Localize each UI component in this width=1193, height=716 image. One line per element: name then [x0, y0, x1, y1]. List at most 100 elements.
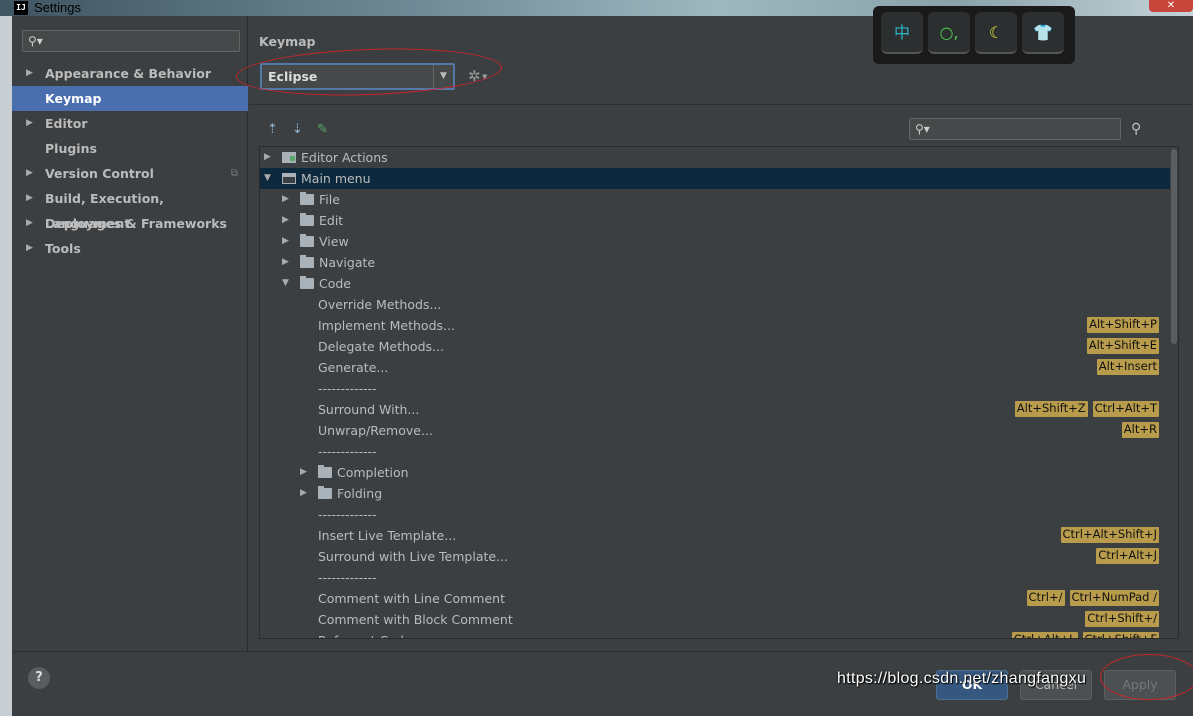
- sidebar-item-languages-frameworks[interactable]: ▶ Languages & Frameworks: [12, 211, 248, 236]
- keymap-search-input[interactable]: ⚲▾: [909, 118, 1121, 140]
- folder-icon: [318, 465, 332, 478]
- find-by-shortcut-icon[interactable]: ⚲: [1131, 121, 1141, 137]
- expand-arrow-icon[interactable]: ▶: [282, 252, 289, 273]
- shortcut-badge: Alt+Shift+E: [1086, 338, 1159, 354]
- tree-action-row[interactable]: -------------: [260, 567, 1170, 588]
- expand-arrow-icon[interactable]: ▶: [282, 231, 289, 252]
- ime-toolbar: 中 ○, ☾ 👕: [873, 6, 1075, 64]
- expand-arrow-icon[interactable]: ▶: [282, 210, 289, 231]
- tree-row-label: Generate...: [318, 360, 389, 375]
- tree-group-row[interactable]: ▶ View: [260, 231, 1170, 252]
- tree-row-label: Editor Actions: [301, 150, 388, 165]
- shortcut-badge: Ctrl+Alt+J: [1096, 548, 1159, 564]
- keymap-panel: Keymap Eclipse ▼ ✲ ▼ ⇡ ⇣ ✎ ⚲▾ ⚲ ▶ Editor …: [249, 16, 1193, 651]
- expand-arrow-icon[interactable]: ▶: [26, 161, 33, 186]
- watermark-text: https://blog.csdn.net/zhangfangxu: [837, 670, 1087, 687]
- tree-action-row[interactable]: -------------: [260, 504, 1170, 525]
- tree-action-row[interactable]: Surround with Live Template... Ctrl+Alt+J: [260, 546, 1170, 567]
- shortcut-badge: Alt+Shift+Z: [1014, 401, 1088, 417]
- expand-arrow-icon[interactable]: ▶: [264, 147, 271, 168]
- tree-group-row[interactable]: ▶ Editor Actions: [260, 147, 1170, 168]
- menu-icon: [282, 173, 296, 184]
- sidebar-item-build-execution-deployment[interactable]: ▶ Build, Execution, Deployment: [12, 186, 248, 231]
- vertical-scrollbar[interactable]: [1170, 147, 1178, 638]
- tree-row-label: Surround with Live Template...: [318, 549, 508, 564]
- scrollbar-thumb[interactable]: [1171, 149, 1177, 344]
- tree-group-row[interactable]: ▼ Code: [260, 273, 1170, 294]
- tree-action-row[interactable]: Unwrap/Remove... Alt+R: [260, 420, 1170, 441]
- annotation-circle-apply: [1100, 654, 1193, 700]
- shortcut-badge: Alt+Insert: [1096, 359, 1159, 375]
- settings-dialog: ⚲▾ ▶ Appearance & Behavior Keymap ▶ Editor Pl…: [12, 16, 1193, 716]
- tree-group-row[interactable]: ▶ Navigate: [260, 252, 1170, 273]
- tree-group-row[interactable]: ▶ Completion: [260, 462, 1170, 483]
- tree-row-label: Implement Methods...: [318, 318, 455, 333]
- tree-group-row[interactable]: ▶ Edit: [260, 210, 1170, 231]
- shortcut-badge: Ctrl+Alt+T: [1092, 401, 1159, 417]
- folder-icon: [300, 213, 314, 226]
- collapse-all-icon[interactable]: ⇣: [292, 122, 303, 137]
- sidebar-item-tools[interactable]: ▶ Tools: [12, 236, 248, 261]
- expand-arrow-icon[interactable]: ▶: [26, 211, 33, 236]
- tree-group-row[interactable]: ▶ Folding: [260, 483, 1170, 504]
- sidebar-item-version-control[interactable]: ▶ Version Control ⧉: [12, 161, 248, 186]
- shortcut-badge: Alt+R: [1121, 422, 1159, 438]
- sidebar-item-editor[interactable]: ▶ Editor: [12, 111, 248, 136]
- expand-arrow-icon[interactable]: ▶: [26, 236, 33, 261]
- tree-action-row[interactable]: Implement Methods... Alt+Shift+P: [260, 315, 1170, 336]
- page-title: Keymap: [259, 34, 316, 49]
- tree-row-label: Navigate: [319, 255, 376, 270]
- expand-arrow-icon[interactable]: ▶: [26, 186, 33, 211]
- collapse-arrow-icon[interactable]: ▼: [282, 273, 289, 294]
- expand-arrow-icon[interactable]: ▶: [26, 61, 33, 86]
- tree-action-row[interactable]: -------------: [260, 441, 1170, 462]
- expand-arrow-icon[interactable]: ▶: [26, 111, 33, 136]
- sidebar-item-label: Tools: [45, 241, 81, 256]
- tree-row-label: File: [319, 192, 340, 207]
- expand-all-icon[interactable]: ⇡: [267, 122, 278, 137]
- folder-icon: [300, 234, 314, 247]
- tree-row-label: -------------: [318, 381, 377, 396]
- tree-action-row[interactable]: Comment with Line Comment Ctrl+/Ctrl+NumP…: [260, 588, 1170, 609]
- tree-row-label: Insert Live Template...: [318, 528, 457, 543]
- tree-group-row[interactable]: ▶ File: [260, 189, 1170, 210]
- tree-row-label: Surround With...: [318, 402, 420, 417]
- tree-row-label: Main menu: [301, 171, 371, 186]
- ime-punctuation-key[interactable]: ○,: [928, 12, 970, 54]
- tree-row-label: Code: [319, 276, 352, 291]
- sidebar-item-keymap[interactable]: Keymap: [12, 86, 248, 111]
- window-close-button[interactable]: ✕: [1149, 0, 1193, 12]
- sidebar-item-label: Version Control: [45, 166, 154, 181]
- shortcut-badge: Ctrl+Alt+L: [1011, 632, 1078, 638]
- shortcut-badge: Ctrl+/: [1026, 590, 1065, 606]
- tree-row-label: -------------: [318, 570, 377, 585]
- collapse-arrow-icon[interactable]: ▼: [264, 168, 271, 189]
- ime-moon-icon[interactable]: ☾: [975, 12, 1017, 54]
- sidebar-item-plugins[interactable]: Plugins: [12, 136, 248, 161]
- tree-action-row[interactable]: Delegate Methods... Alt+Shift+E: [260, 336, 1170, 357]
- edit-shortcut-icon[interactable]: ✎: [317, 122, 328, 137]
- tree-action-row[interactable]: Comment with Block Comment Ctrl+Shift+/: [260, 609, 1170, 630]
- ime-skin-icon[interactable]: 👕: [1022, 12, 1064, 54]
- divider: [249, 104, 1193, 105]
- sidebar-search-input[interactable]: ⚲▾: [22, 30, 240, 52]
- sidebar-item-appearance-behavior[interactable]: ▶ Appearance & Behavior: [12, 61, 248, 86]
- shortcut-badge: Ctrl+NumPad /: [1069, 590, 1159, 606]
- expand-arrow-icon[interactable]: ▶: [300, 483, 307, 504]
- folder-icon: [300, 192, 314, 205]
- tree-action-row[interactable]: Generate... Alt+Insert: [260, 357, 1170, 378]
- tree-action-row[interactable]: Insert Live Template... Ctrl+Alt+Shift+J: [260, 525, 1170, 546]
- ime-chinese-mode-key[interactable]: 中: [881, 12, 923, 54]
- folder-icon: [300, 255, 314, 268]
- tree-row-label: Comment with Line Comment: [318, 591, 505, 606]
- tree-group-row[interactable]: ▼ Main menu: [260, 168, 1170, 189]
- tree-action-row[interactable]: Override Methods...: [260, 294, 1170, 315]
- expand-arrow-icon[interactable]: ▶: [282, 189, 289, 210]
- shortcut-badge: Ctrl+Shift+/: [1085, 611, 1159, 627]
- tree-row-label: Edit: [319, 213, 344, 228]
- tree-action-row[interactable]: -------------: [260, 378, 1170, 399]
- tree-action-row[interactable]: Reformat Code Ctrl+Alt+L Ctrl+Shift+F: [260, 630, 1170, 638]
- help-button[interactable]: ?: [28, 667, 50, 689]
- expand-arrow-icon[interactable]: ▶: [300, 462, 307, 483]
- tree-action-row[interactable]: Surround With... Alt+Shift+Z Ctrl+Alt+T: [260, 399, 1170, 420]
